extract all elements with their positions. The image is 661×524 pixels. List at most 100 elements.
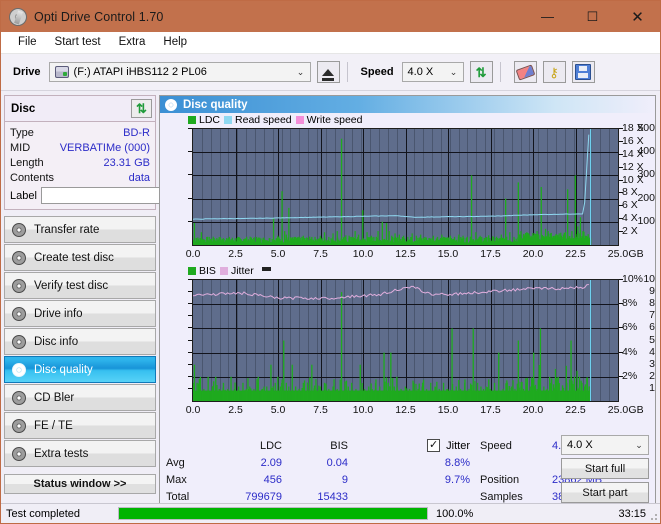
legend-swatch-jitter [219, 266, 228, 275]
disc-refresh-button[interactable]: ⇅ [131, 99, 152, 118]
stats-row-label: Avg [166, 456, 185, 469]
legend-label: Read speed [235, 113, 292, 126]
x-axis-tick: 15.0 [437, 248, 459, 260]
disc-icon [12, 334, 26, 349]
disc-row-mid: MID VERBATIMe (000) [10, 140, 150, 155]
disc-mid-key: MID [10, 141, 31, 154]
drive-label: Drive [13, 66, 41, 78]
start-part-button[interactable]: Start part [561, 482, 649, 503]
disc-icon [12, 446, 26, 461]
disc-panel-title: Disc [11, 102, 36, 115]
refresh-icon: ⇅ [475, 64, 487, 80]
minimize-button[interactable]: — [525, 1, 570, 32]
stats-total-bis: 15433 [317, 490, 348, 503]
toolbar: Drive (F:) ATAPI iHBS112 2 PL06 ⌄ Speed … [1, 54, 660, 91]
disc-info-rows: Type BD-R MID VERBATIMe (000) Length 23.… [5, 122, 230, 209]
nav-list: Transfer rate Create test disc Verify te… [4, 216, 156, 467]
sidebar-item-fe-te[interactable]: FE / TE [4, 412, 156, 439]
legend-swatch-bis [188, 266, 196, 275]
disc-length-key: Length [10, 156, 44, 169]
bis-jitter-chart-line [193, 284, 589, 301]
jitter-checkbox[interactable]: ✓ [427, 439, 441, 452]
drive-select[interactable]: (F:) ATAPI iHBS112 2 PL06 ⌄ [48, 62, 311, 82]
chevron-down-icon: ⌄ [296, 66, 305, 77]
stats-max-bis: 9 [341, 473, 348, 486]
start-full-button[interactable]: Start full [561, 458, 649, 479]
disc-icon [12, 222, 26, 237]
menu-item-start-test[interactable]: Start test [46, 32, 110, 53]
legend-ldc: LDC [188, 114, 220, 126]
x-axis-tick: 12.5 [395, 248, 416, 260]
x-axis-tick: 25.0 [607, 248, 629, 260]
test-controls: 4.0 X ⌄ Start full Start part [561, 435, 649, 503]
sidebar-item-disc-quality[interactable]: Disc quality [4, 356, 156, 383]
stats-col-bis: BIS [330, 439, 348, 452]
x-axis-tick: 2.5 [228, 248, 243, 260]
bis-jitter-chart-series [193, 280, 592, 401]
menu-item-extra[interactable]: Extra [110, 32, 155, 53]
toolbar-divider-1 [346, 62, 348, 82]
y-axis-tick: 5 [649, 333, 655, 346]
speed-key: Speed [480, 439, 512, 452]
sidebar-item-cd-bler[interactable]: CD Bler [4, 384, 156, 411]
erase-button[interactable] [513, 61, 537, 83]
drive-icon [54, 66, 69, 78]
legend-bis: BIS [188, 265, 216, 277]
sidebar-item-create-test-disc[interactable]: Create test disc [4, 244, 156, 271]
save-button[interactable] [571, 61, 595, 83]
stats-avg-bis: 0.04 [326, 456, 348, 469]
y-axis-tick: 1 [649, 381, 655, 394]
sidebar-item-transfer-rate[interactable]: Transfer rate [4, 216, 156, 243]
x-axis-unit: GB [628, 248, 644, 260]
sidebar-item-extra-tests[interactable]: Extra tests [4, 440, 156, 467]
disc-row-type: Type BD-R [10, 125, 150, 140]
disc-type-key: Type [10, 126, 34, 139]
menu-bar: File Start test Extra Help [1, 32, 660, 54]
maximize-button[interactable]: ☐ [570, 1, 615, 32]
resize-grip-icon[interactable] [648, 511, 658, 521]
disc-icon [12, 306, 26, 321]
legend-read-speed: Read speed [224, 114, 292, 126]
bis-chart-legend: BIS Jitter [160, 264, 655, 277]
y2-axis-tick: 14 X [622, 147, 644, 160]
sidebar-item-label: Disc info [34, 335, 79, 348]
x-axis-tick: 20.0 [522, 404, 544, 416]
x-axis-tick: 5.0 [270, 248, 286, 260]
disc-icon [165, 98, 177, 111]
refresh-button[interactable]: ⇅ [469, 61, 493, 83]
x-axis-unit: GB [628, 404, 644, 416]
menu-item-help[interactable]: Help [154, 32, 196, 53]
stats-col-ldc: LDC [259, 439, 282, 452]
disc-row-length: Length 23.31 GB [10, 155, 150, 170]
keys-button[interactable]: ⚷ [542, 61, 566, 83]
status-bar: Test completed 100.0% 33:15 [1, 503, 660, 523]
disc-quality-panel: Disc quality LDC Read speed Write speed … [159, 95, 656, 510]
disc-row-contents: Contents data [10, 170, 150, 185]
x-axis-tick: 7.5 [313, 248, 328, 260]
status-window-wrap: Status window >> [4, 474, 156, 494]
legend-write-speed: Write speed [295, 114, 363, 126]
x-axis-tick: 5.0 [270, 404, 286, 416]
sidebar-item-label: CD Bler [34, 391, 75, 404]
y2-axis-tick: 2% [622, 369, 638, 382]
speed-select[interactable]: 4.0 X ⌄ [401, 62, 464, 82]
eject-button[interactable] [316, 61, 340, 83]
y2-axis-tick: 6 X [622, 199, 638, 212]
app-window: Opti Drive Control 1.70 — ☐ ✕ File Start… [0, 0, 661, 524]
sidebar-item-label: Disc quality [34, 363, 93, 376]
menu-item-file[interactable]: File [9, 32, 46, 53]
speed-label: Speed [360, 66, 394, 78]
jitter-label: Jitter [446, 439, 470, 452]
sidebar-item-verify-test-disc[interactable]: Verify test disc [4, 272, 156, 299]
sidebar-item-label: Transfer rate [34, 223, 100, 236]
jitter-toggle-cell: ✓ Jitter [348, 439, 470, 452]
sidebar-item-label: FE / TE [34, 419, 73, 432]
status-window-button[interactable]: Status window >> [4, 474, 156, 494]
disc-label-key: Label [10, 189, 37, 202]
sidebar-item-disc-info[interactable]: Disc info [4, 328, 156, 355]
sidebar-item-drive-info[interactable]: Drive info [4, 300, 156, 327]
legend-swatch-read-speed [224, 115, 233, 124]
test-speed-select[interactable]: 4.0 X ⌄ [561, 435, 649, 455]
disc-type-value: BD-R [123, 126, 150, 139]
close-button[interactable]: ✕ [615, 1, 660, 32]
